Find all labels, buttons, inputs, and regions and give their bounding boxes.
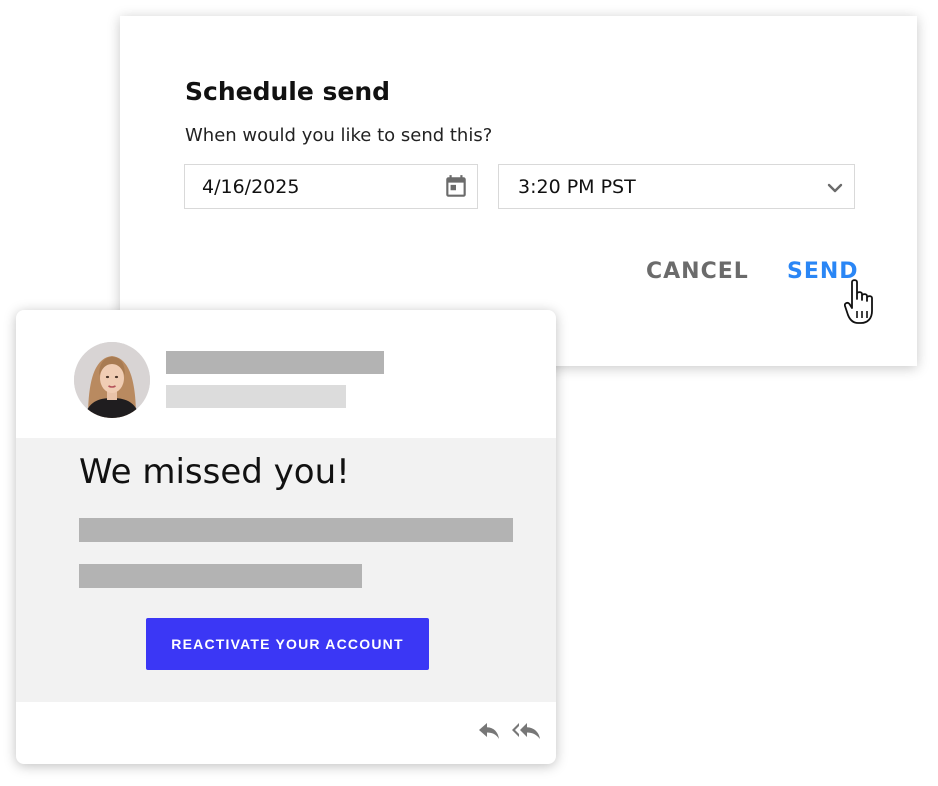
- body-text-placeholder-2: [79, 564, 362, 588]
- hand-pointer-icon: [844, 279, 873, 324]
- body-text-placeholder-1: [79, 518, 513, 542]
- email-heading: We missed you!: [79, 452, 350, 492]
- dialog-subtitle: When would you like to send this?: [185, 125, 493, 146]
- reply-icon[interactable]: [478, 722, 500, 740]
- reactivate-account-button[interactable]: REACTIVATE YOUR ACCOUNT: [146, 618, 429, 670]
- sender-detail-placeholder: [166, 385, 346, 408]
- avatar: [74, 342, 150, 418]
- email-body: We missed you! REACTIVATE YOUR ACCOUNT: [16, 438, 556, 702]
- email-preview-card: We missed you! REACTIVATE YOUR ACCOUNT: [16, 310, 556, 764]
- calendar-icon[interactable]: [443, 174, 469, 200]
- chevron-down-icon[interactable]: [825, 178, 845, 198]
- dialog-title: Schedule send: [185, 77, 391, 106]
- reply-all-icon[interactable]: [511, 722, 541, 740]
- cancel-button[interactable]: CANCEL: [646, 259, 749, 284]
- time-value: 3:20 PM PST: [518, 176, 636, 198]
- date-value: 4/16/2025: [202, 176, 300, 198]
- time-select[interactable]: 3:20 PM PST: [498, 164, 855, 209]
- sender-name-placeholder: [166, 351, 384, 374]
- date-input[interactable]: 4/16/2025: [184, 164, 478, 209]
